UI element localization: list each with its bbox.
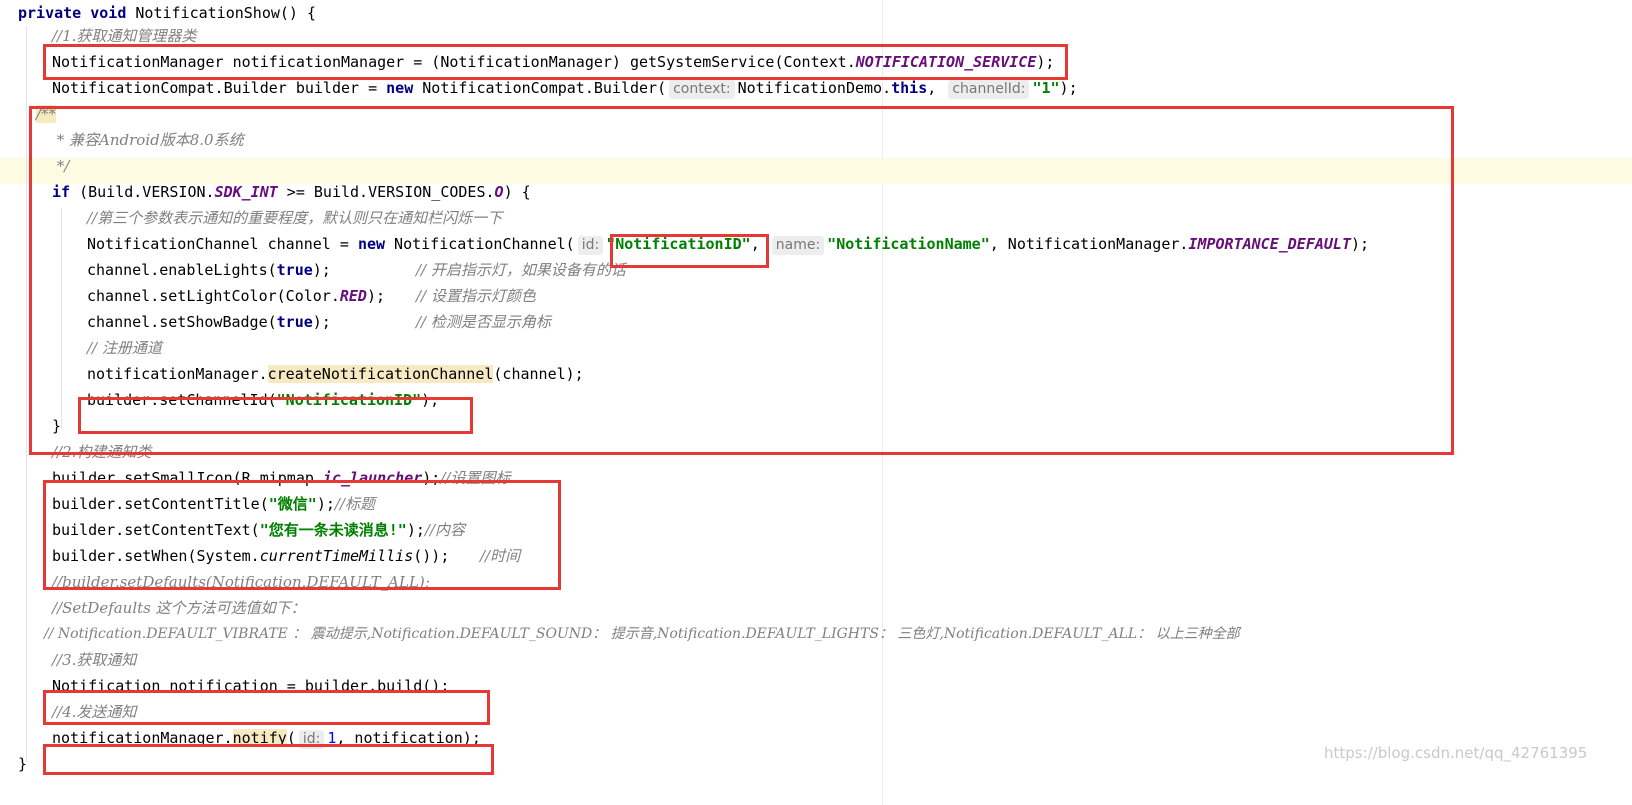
keyword: this [891,79,928,97]
comment: //SetDefaults 这个方法可选值如下： [52,599,306,617]
code-text: ); [1059,79,1078,97]
code-line[interactable]: } [18,751,27,777]
code-text: } [18,755,28,773]
keyword: new [386,79,414,97]
indent-guide [26,26,27,762]
code-text: NotificationShow() { [126,4,317,22]
parameter-hint: channelId: [948,80,1030,99]
annotation-box-build [43,690,490,725]
string-literal: "1" [1032,79,1060,97]
annotation-box-get-service [43,44,1068,80]
code-text: NotificationCompat.Builder builder = [52,79,387,97]
code-text: NotificationCompat.Builder( [413,79,667,97]
annotation-box-channel-id [610,234,769,268]
comment: // Notification.DEFAULT_VIBRATE ： 震动提示,N… [44,626,1240,642]
code-text: NotificationDemo. [737,79,892,97]
code-editor[interactable]: private void NotificationShow() { //1.获取… [0,0,1632,805]
keyword: private [18,4,82,22]
keyword: void [90,4,127,22]
watermark: https://blog.csdn.net/qq_42761395 [1324,744,1588,762]
annotation-box-notify [43,744,494,775]
code-line[interactable]: //3.获取通知 [52,647,136,673]
comment: //3.获取通知 [52,651,137,669]
comment: //1.获取通知管理器类 [52,27,197,45]
parameter-hint: context: [669,80,735,99]
annotation-box-set-channel-id [78,397,473,434]
code-line[interactable]: //SetDefaults 这个方法可选值如下： [52,595,306,621]
code-text: , [927,79,937,97]
code-line[interactable]: // Notification.DEFAULT_VIBRATE ： 震动提示,N… [44,621,1240,647]
annotation-box-build-notification [43,480,561,590]
